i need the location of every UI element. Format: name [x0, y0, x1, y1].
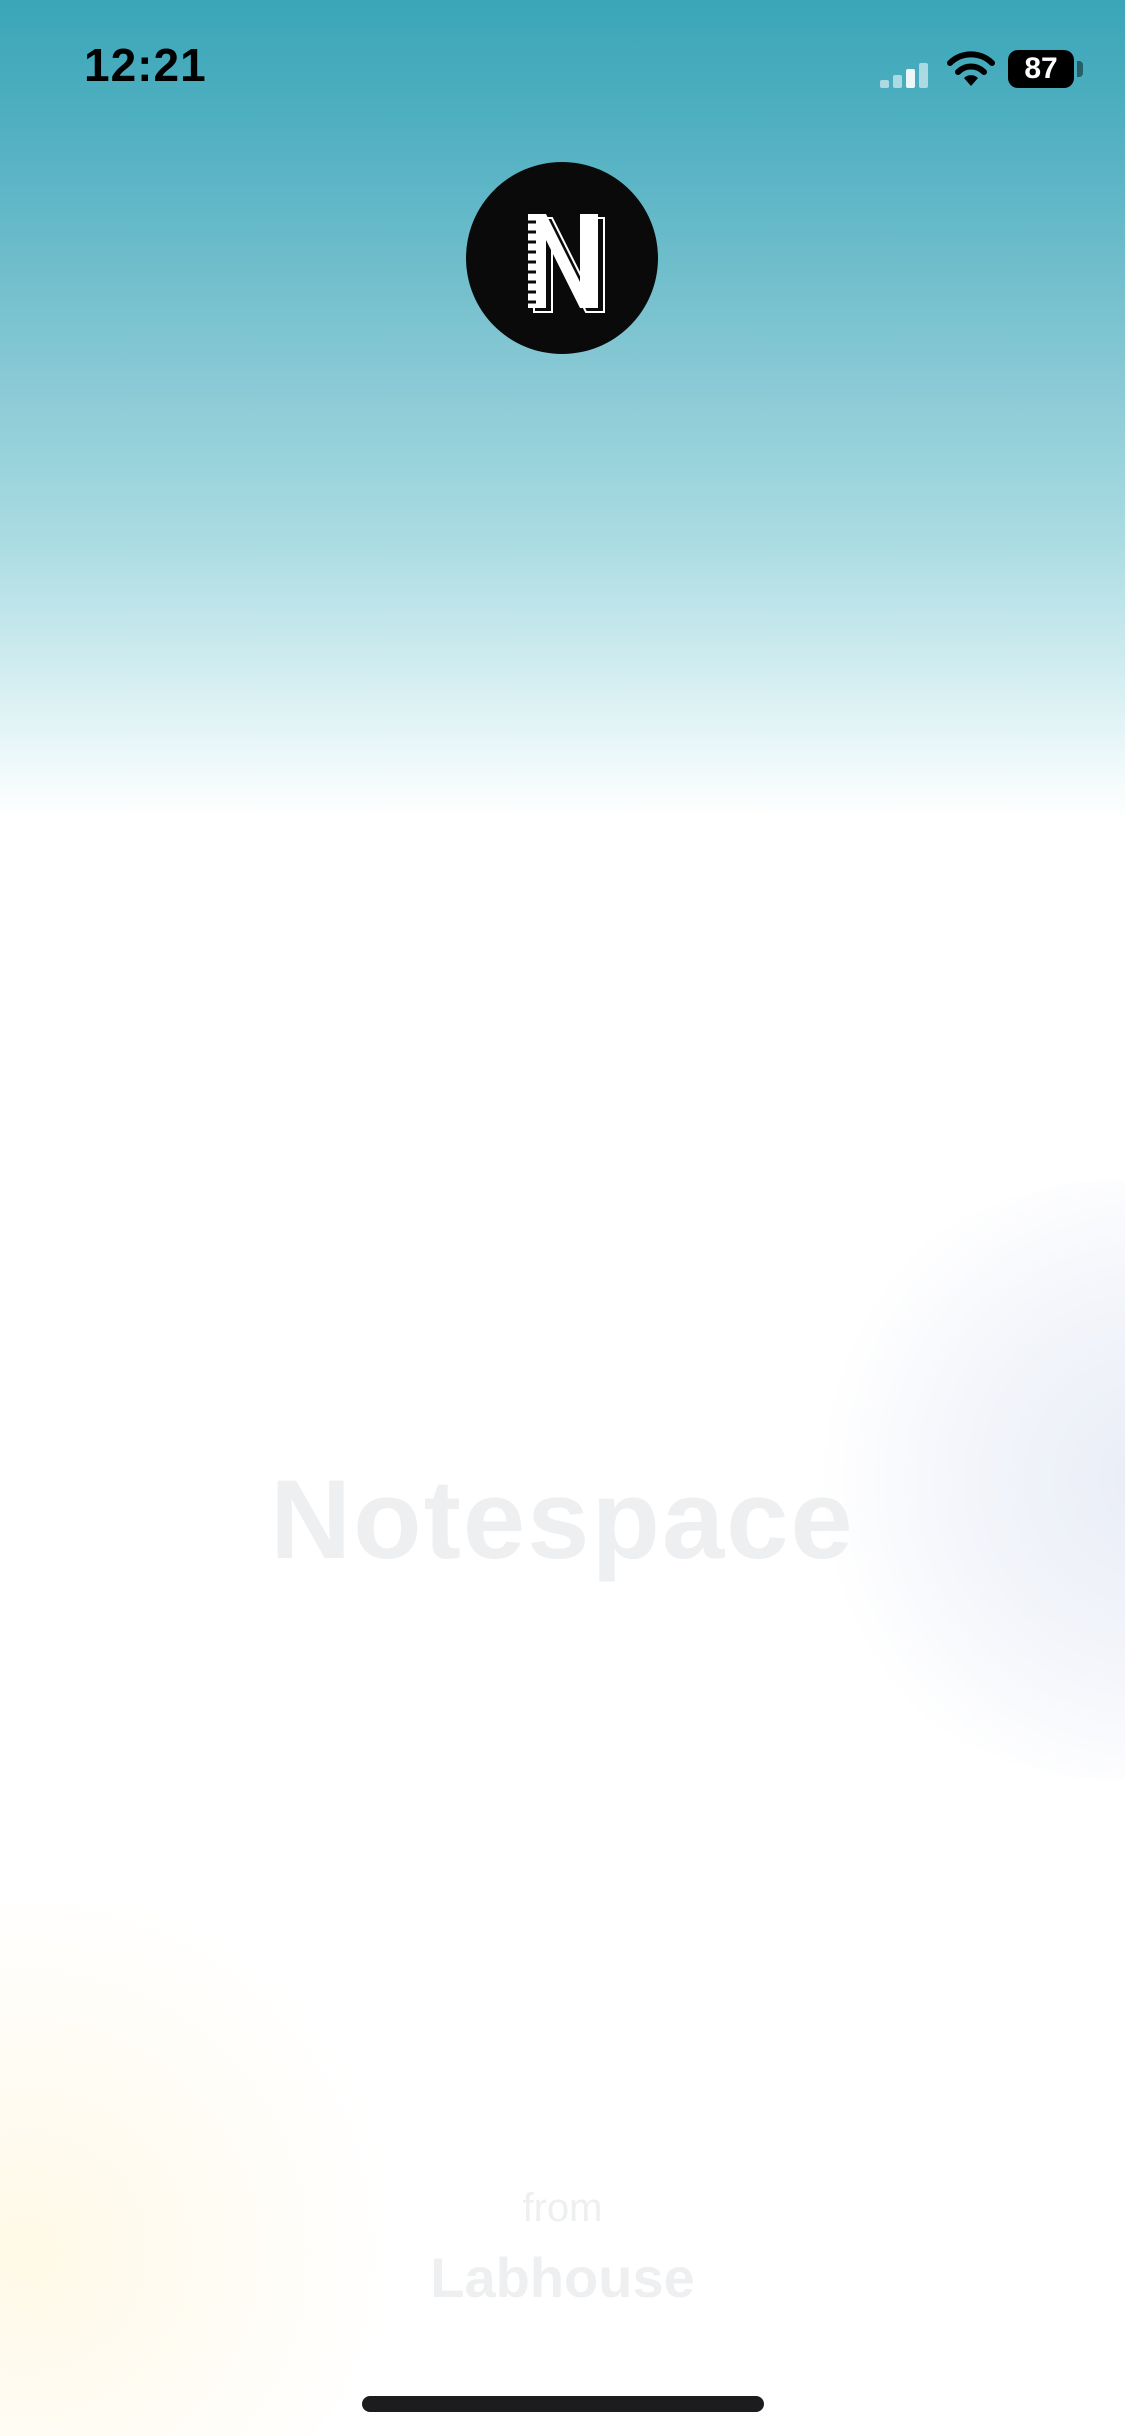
background-blob-left	[0, 1900, 400, 2436]
battery-icon: 87	[1008, 50, 1074, 88]
company-name: Labhouse	[430, 2246, 695, 2309]
status-time: 12:21	[84, 39, 207, 91]
status-bar: 12:21 87	[0, 0, 1125, 140]
notespace-logo-icon	[466, 162, 658, 354]
home-indicator[interactable]	[362, 2396, 764, 2412]
wifi-icon	[947, 51, 995, 86]
notebook-n-icon	[522, 214, 605, 313]
battery-nub	[1077, 61, 1083, 77]
from-label: from	[522, 2186, 603, 2230]
splash-screen: 12:21 87 Notespace from Labhouse	[0, 0, 1125, 2436]
cellular-signal-icon	[880, 62, 936, 88]
app-name-title: Notespace	[270, 1457, 855, 1582]
